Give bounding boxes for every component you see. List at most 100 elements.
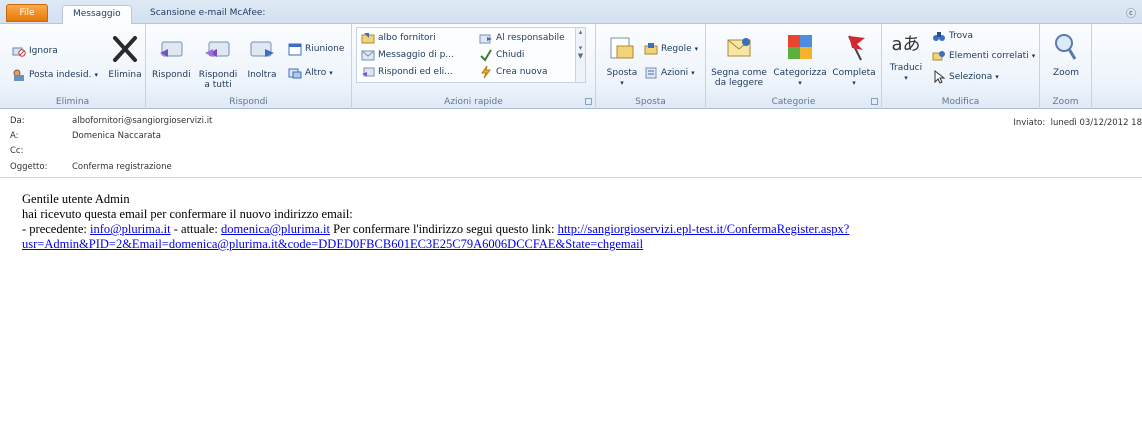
chiudi-label: Chiudi [496,50,525,60]
sent-info: Inviato: lunedì 03/12/2012 18 [1013,118,1142,128]
segna-come-da-leggere-button[interactable]: Segna come da leggere [710,28,768,88]
azioni-button[interactable]: Azioni ▾ [644,65,695,81]
elimina-label: Elimina [108,70,142,80]
trova-button[interactable]: Trova [932,28,973,44]
completa-label: Completa [832,68,876,78]
group-label-categorie: Categorie [771,97,816,107]
chevron-down-icon: ▾ [904,74,908,82]
altro-button[interactable]: Altro ▾ [288,65,333,81]
subject-label: Oggetto: [10,162,48,172]
group-sposta: Sposta ▾ Regole ▾ Azioni ▾ Sposta [596,24,706,109]
quick-step-rispondi-ed-elimina[interactable]: Rispondi ed eli... [361,64,453,80]
check-icon [480,49,492,62]
actual-email-link[interactable]: domenica@plurima.it [221,222,330,236]
elementi-correlati-button[interactable]: Elementi correlati ▾ [932,48,1035,64]
group-label-rispondi: Rispondi [229,97,268,107]
related-items-icon [932,51,945,61]
tab-file[interactable]: File [6,4,48,22]
subject-value: Conferma registrazione [72,162,172,172]
from-value[interactable]: albofornitori@sangiorgioservizi.it [72,116,212,126]
delete-x-icon [113,36,137,62]
regole-label: Regole [661,44,692,54]
altro-label: Altro [305,68,327,78]
categorie-launcher-icon[interactable] [871,98,878,105]
to-value[interactable]: Domenica Naccarata [72,131,161,141]
body-line-4: usr=Admin&PID=2&Email=domenica@plurima.i… [22,237,1132,252]
traduci-label: Traduci [889,63,923,73]
seleziona-button[interactable]: Seleziona ▾ [932,69,999,85]
rispondi-a-tutti-button[interactable]: Rispondi a tutti [198,28,238,90]
traduci-button[interactable]: aあ Traduci ▾ [886,28,926,83]
regole-button[interactable]: Regole ▾ [644,41,698,57]
subject-row: Oggetto: Conferma registrazione [10,162,172,174]
inoltra-button[interactable]: Inoltra [244,28,280,80]
group-label-zoom: Zoom [1052,97,1079,107]
prev-prefix: - precedente: [22,222,91,236]
elimina-button[interactable]: Elimina [105,28,145,80]
header-divider [0,177,1142,178]
group-label-elimina: Elimina [55,97,90,107]
azioni-rapide-launcher-icon[interactable] [585,98,592,105]
chevron-down-icon: ▾ [798,79,802,87]
confirm-link-part-2[interactable]: usr=Admin&PID=2&Email=domenica@plurima.i… [22,237,643,251]
tab-messaggio[interactable]: Messaggio [62,5,132,25]
categorize-icon [788,35,812,59]
rispondi-button[interactable]: Rispondi [152,28,191,80]
to-label: A: [10,131,19,141]
sent-value: lunedì 03/12/2012 18 [1050,118,1142,128]
posta-indesiderata-button[interactable]: Posta indesid. ▾ [12,67,98,83]
lightning-icon [481,65,491,79]
inoltra-label: Inoltra [247,70,277,80]
group-rispondi: Rispondi Rispondi a tutti Inoltra Riunio… [146,24,352,109]
confirm-link-part-1[interactable]: http://sangiorgioservizi.epl-test.it/Con… [558,222,850,236]
reply-delete-icon [362,67,375,77]
message-body: Gentile utente Admin hai ricevuto questa… [22,192,1132,252]
junk-mail-icon [13,69,24,81]
translate-icon: aあ [891,34,921,55]
messaggio-di-p-label: Messaggio di p... [378,50,454,60]
actions-icon [645,67,657,79]
elementi-correlati-label: Elementi correlati [949,51,1029,61]
chevron-down-icon: ▾ [329,69,333,77]
chevron-down-icon: ▾ [995,73,999,81]
zoom-button[interactable]: Zoom [1046,28,1086,78]
chevron-down-icon: ▾ [694,45,699,53]
quick-step-crea-nuova[interactable]: Crea nuova [479,64,547,80]
tab-mcafee-scan[interactable]: Scansione e-mail McAfee: [140,5,275,24]
ribbon-tab-strip: File Messaggio Scansione e-mail McAfee: … [0,0,1142,25]
magnifier-icon [1055,34,1077,60]
cc-label: Cc: [10,146,24,156]
quick-steps-scrollbar[interactable]: ▴ ▾ ▼ [575,28,585,82]
rispondi-tutti-label-1: Rispondi [198,70,238,80]
reply-all-icon [205,41,230,57]
forward-icon [250,41,274,57]
quick-step-al-responsabile[interactable]: Al responsabile [479,30,565,46]
chevron-down-icon: ▾ [691,69,695,77]
ignore-icon [12,47,26,57]
meeting-icon [288,43,302,56]
al-responsabile-label: Al responsabile [496,33,565,43]
crea-nuova-label: Crea nuova [496,67,548,77]
completa-button[interactable]: Completa ▾ [830,28,878,88]
sent-label: Inviato: [1013,118,1046,128]
riunione-label: Riunione [305,44,345,54]
riunione-button[interactable]: Riunione [288,41,344,57]
ignora-button[interactable]: Ignora [12,43,58,59]
categorizza-button[interactable]: Categorizza ▾ [772,28,828,88]
group-label-sposta: Sposta [635,97,666,107]
prev-email-link[interactable]: info@plurima.it [90,222,171,236]
from-label: Da: [10,116,25,126]
albo-fornitori-label: albo fornitori [378,33,436,43]
to-row: A: Domenica Naccarata [10,131,161,143]
quick-steps-gallery: albo fornitori Messaggio di p... Rispond… [356,27,586,83]
body-line-3: - precedente: info@plurima.it - attuale:… [22,222,1132,237]
quick-step-albo-fornitori[interactable]: albo fornitori [361,30,436,46]
actual-prefix: - attuale: [170,222,221,236]
from-row: Da: albofornitori@sangiorgioservizi.it [10,116,212,128]
quick-step-chiudi[interactable]: Chiudi [479,47,524,63]
sposta-button[interactable]: Sposta ▾ [604,28,640,88]
group-elimina: Ignora Posta indesid. ▾ Elimina Elimina [0,24,146,109]
quick-step-messaggio-di-p[interactable]: Messaggio di p... [361,47,454,63]
ribbon: Ignora Posta indesid. ▾ Elimina Elimina … [0,24,1142,109]
help-icon[interactable]: ⓒ [1126,5,1136,20]
